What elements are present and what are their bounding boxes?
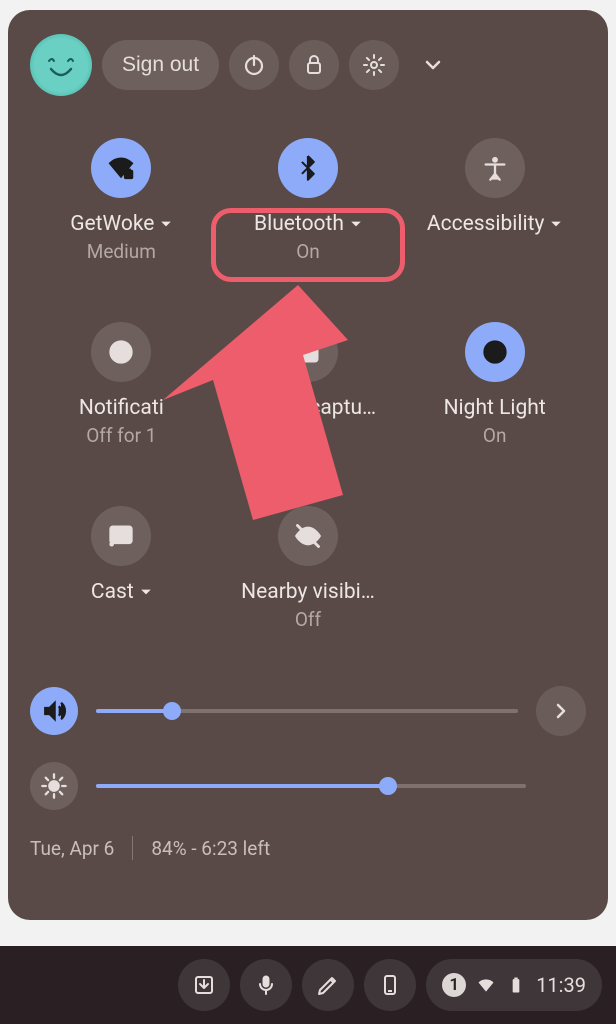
microphone-button[interactable] <box>240 959 292 1011</box>
tile-notifications: Notificati Off for 1 <box>30 322 213 462</box>
battery-status-icon <box>506 975 526 995</box>
brightness-slider-row <box>30 762 586 810</box>
stylus-button[interactable] <box>302 959 354 1011</box>
audio-expand-button[interactable] <box>536 686 586 736</box>
tiles-grid: GetWoke Medium Bluetooth On Accessibilit… <box>30 138 586 646</box>
accessibility-icon[interactable] <box>465 138 525 198</box>
wifi-icon[interactable] <box>91 138 151 198</box>
notifications-sub: Off for 1 <box>86 424 156 447</box>
quick-settings-panel: Sign out GetWoke Medium <box>8 10 608 920</box>
chevron-down-icon <box>350 215 362 234</box>
wifi-sub: Medium <box>87 240 156 263</box>
nearby-label: Nearby visibi… <box>241 580 375 604</box>
volume-icon[interactable] <box>30 687 78 735</box>
status-tray[interactable]: 1 11:39 <box>426 959 602 1011</box>
panel-footer: Tue, Apr 6 84% - 6:23 left <box>30 836 586 860</box>
tile-accessibility: Accessibility <box>403 138 586 278</box>
lock-button[interactable] <box>289 40 339 90</box>
bluetooth-icon[interactable] <box>278 138 338 198</box>
taskbar: 1 11:39 <box>0 946 616 1024</box>
do-not-disturb-icon[interactable] <box>91 322 151 382</box>
screen-capture-label: Screen captu… <box>240 396 376 420</box>
night-light-sub: On <box>483 424 507 447</box>
visibility-off-icon[interactable] <box>278 506 338 566</box>
sign-out-button[interactable]: Sign out <box>102 40 219 90</box>
night-light-label-row[interactable]: Night Light <box>444 396 546 420</box>
tile-screen-capture: Screen captu… <box>217 322 400 462</box>
accessibility-label: Accessibility <box>427 212 545 236</box>
power-button[interactable] <box>229 40 279 90</box>
sliders-section <box>30 686 586 810</box>
downloads-button[interactable] <box>178 959 230 1011</box>
cast-icon[interactable] <box>91 506 151 566</box>
tile-nearby: Nearby visibi… Off <box>217 506 400 646</box>
slider-thumb[interactable] <box>163 702 181 720</box>
brightness-icon[interactable] <box>30 762 78 810</box>
footer-date: Tue, Apr 6 <box>30 837 114 860</box>
cast-label: Cast <box>91 580 134 604</box>
wifi-label-row[interactable]: GetWoke <box>70 212 172 236</box>
accessibility-label-row[interactable]: Accessibility <box>427 212 563 236</box>
chevron-down-icon <box>550 215 562 234</box>
tile-bluetooth: Bluetooth On <box>217 138 400 278</box>
footer-battery: 84% - 6:23 left <box>151 837 270 860</box>
chevron-down-icon <box>140 583 152 602</box>
screen-capture-icon[interactable] <box>278 322 338 382</box>
night-light-icon[interactable] <box>465 322 525 382</box>
brightness-slider[interactable] <box>96 784 526 788</box>
bluetooth-label-row[interactable]: Bluetooth <box>254 212 362 236</box>
volume-slider-row <box>30 686 586 736</box>
tile-wifi: GetWoke Medium <box>30 138 213 278</box>
bluetooth-sub: On <box>296 240 320 263</box>
chevron-down-icon <box>160 215 172 234</box>
nearby-label-row[interactable]: Nearby visibi… <box>241 580 375 604</box>
bluetooth-label: Bluetooth <box>254 212 344 236</box>
wifi-label: GetWoke <box>70 212 154 236</box>
tile-cast: Cast <box>30 506 213 646</box>
panel-header: Sign out <box>30 34 586 96</box>
taskbar-clock: 11:39 <box>536 973 586 997</box>
slider-thumb[interactable] <box>379 777 397 795</box>
wifi-status-icon <box>476 975 496 995</box>
night-light-label: Night Light <box>444 396 546 420</box>
user-avatar[interactable] <box>30 34 92 96</box>
volume-slider[interactable] <box>96 709 518 713</box>
phone-hub-button[interactable] <box>364 959 416 1011</box>
notifications-label-row[interactable]: Notificati <box>79 396 164 420</box>
cast-label-row[interactable]: Cast <box>91 580 152 604</box>
screen-capture-label-row[interactable]: Screen captu… <box>240 396 376 420</box>
divider <box>132 836 133 860</box>
notification-badge: 1 <box>442 973 466 997</box>
tile-night-light: Night Light On <box>403 322 586 462</box>
nearby-sub: Off <box>295 608 321 631</box>
notifications-label: Notificati <box>79 396 164 420</box>
collapse-button[interactable] <box>411 43 455 87</box>
settings-button[interactable] <box>349 40 399 90</box>
